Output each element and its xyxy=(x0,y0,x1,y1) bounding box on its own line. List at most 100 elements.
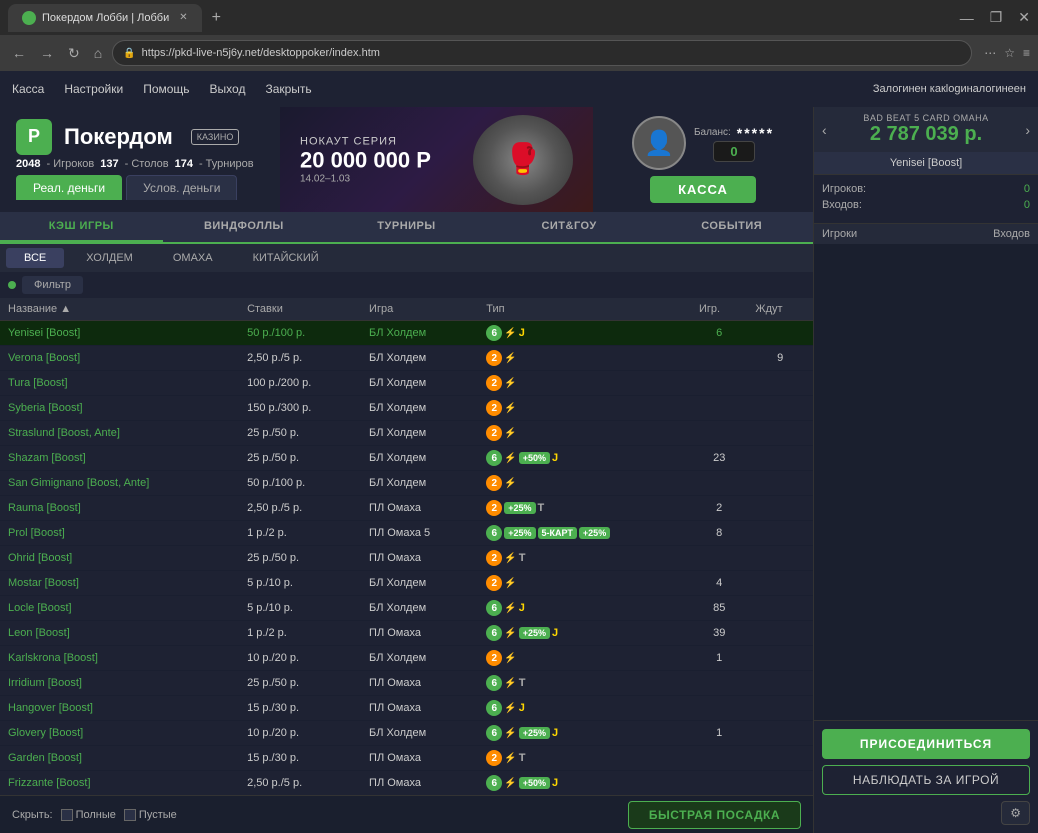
menu-icon[interactable]: ≡ xyxy=(1023,46,1030,60)
table-row[interactable]: Tura [Boost]100 р./200 р.БЛ Холдем2⚡ xyxy=(0,371,813,396)
col-stakes[interactable]: Ставки xyxy=(239,298,361,321)
table-row[interactable]: Prol [Boost]1 р./2 р.ПЛ Омаха 56+25%5-КА… xyxy=(0,521,813,546)
room-name[interactable]: San Gimignano [Boost, Ante] xyxy=(8,477,149,489)
table-row[interactable]: Locle [Boost]5 р./10 р.БЛ Холдем6⚡J85 xyxy=(0,596,813,621)
menu-kassa[interactable]: Касса xyxy=(12,82,44,96)
room-name[interactable]: Locle [Boost] xyxy=(8,602,72,614)
menu-logout[interactable]: Выход xyxy=(210,82,246,96)
menu-settings[interactable]: Настройки xyxy=(64,82,123,96)
table-row[interactable]: Ohrid [Boost]25 р./50 р.ПЛ Омаха2⚡T xyxy=(0,546,813,571)
room-name[interactable]: Straslund [Boost, Ante] xyxy=(8,427,120,439)
refresh-button[interactable]: ↻ xyxy=(64,43,84,64)
room-name[interactable]: Karlskrona [Boost] xyxy=(8,652,98,664)
t-badge: T xyxy=(519,677,526,689)
room-name[interactable]: Ohrid [Boost] xyxy=(8,552,72,564)
room-name[interactable]: Irridium [Boost] xyxy=(8,677,82,689)
room-name[interactable]: Syberia [Boost] xyxy=(8,402,83,414)
table-row[interactable]: Hangover [Boost]15 р./30 р.ПЛ Омаха6⚡J xyxy=(0,696,813,721)
tab-favicon xyxy=(22,11,36,25)
join-button[interactable]: ПРИСОЕДИНИТЬСЯ xyxy=(822,729,1030,759)
extensions-icon[interactable]: ⋯ xyxy=(984,46,996,60)
full-checkbox[interactable]: Полные xyxy=(61,809,116,821)
table-row[interactable]: Glovery [Boost]10 р./20 р.БЛ Холдем6⚡+25… xyxy=(0,721,813,746)
bookmark-icon[interactable]: ☆ xyxy=(1004,46,1015,60)
room-type: 2⚡ xyxy=(478,471,691,496)
subtab-all[interactable]: ВСЕ xyxy=(6,248,64,268)
room-name[interactable]: Prol [Boost] xyxy=(8,527,65,539)
jackpot-next-arrow[interactable]: › xyxy=(1025,122,1030,138)
watch-button[interactable]: НАБЛЮДАТЬ ЗА ИГРОЙ xyxy=(822,765,1030,795)
col-game[interactable]: Игра xyxy=(361,298,478,321)
quick-seat-button[interactable]: БЫСТРАЯ ПОСАДКА xyxy=(628,801,801,829)
room-players: 1 xyxy=(691,721,747,746)
kassa-button[interactable]: КАССА xyxy=(650,176,756,203)
money-tab-virtual[interactable]: Услов. деньги xyxy=(126,175,237,200)
empty-checkbox[interactable]: Пустые xyxy=(124,809,177,821)
room-name[interactable]: Yenisei [Boost] xyxy=(8,327,80,339)
table-row[interactable]: Frizzante [Boost]2,50 р./5 р.ПЛ Омаха6⚡+… xyxy=(0,771,813,796)
table-row[interactable]: Irridium [Boost]25 р./50 р.ПЛ Омаха6⚡T xyxy=(0,671,813,696)
player-count-badge: 2 xyxy=(486,750,502,766)
filter-label[interactable]: Фильтр xyxy=(22,276,83,294)
tab-events[interactable]: СОБЫТИЯ xyxy=(650,212,813,242)
full-check[interactable] xyxy=(61,809,73,821)
settings-gear-button[interactable]: ⚙ xyxy=(1001,801,1030,825)
table-row[interactable]: Shazam [Boost]25 р./50 р.БЛ Холдем6⚡+50%… xyxy=(0,446,813,471)
browser-tab[interactable]: Покердом Лобби | Лобби ✕ xyxy=(8,4,202,32)
tab-close-btn[interactable]: ✕ xyxy=(179,12,187,23)
table-row[interactable]: San Gimignano [Boost, Ante]50 р./100 р.Б… xyxy=(0,471,813,496)
subtab-omaha[interactable]: ОМАХА xyxy=(155,248,231,268)
col-players[interactable]: Игр. xyxy=(691,298,747,321)
table-row[interactable]: Karlskrona [Boost]10 р./20 р.БЛ Холдем2⚡… xyxy=(0,646,813,671)
room-name[interactable]: Garden [Boost] xyxy=(8,752,82,764)
table-row[interactable]: Straslund [Boost, Ante]25 р./50 р.БЛ Хол… xyxy=(0,421,813,446)
empty-check[interactable] xyxy=(124,809,136,821)
home-button[interactable]: ⌂ xyxy=(90,43,106,63)
col-name[interactable]: Название ▲ xyxy=(0,298,239,321)
tab-sitgo[interactable]: СИТ&ГОУ xyxy=(488,212,651,242)
table-row[interactable]: Mostar [Boost]5 р./10 р.БЛ Холдем2⚡4 xyxy=(0,571,813,596)
maximize-button[interactable]: ❐ xyxy=(990,9,1003,26)
room-stakes: 10 р./20 р. xyxy=(239,646,361,671)
back-button[interactable]: ← xyxy=(8,43,30,63)
room-name[interactable]: Rauma [Boost] xyxy=(8,502,81,514)
tab-cash-games[interactable]: КЭШ ИГРЫ xyxy=(0,212,163,242)
table-scroll[interactable]: Название ▲ Ставки Игра Тип Игр. Ждут Yen… xyxy=(0,298,813,795)
room-name[interactable]: Leon [Boost] xyxy=(8,627,70,639)
room-players: 8 xyxy=(691,521,747,546)
table-row[interactable]: Yenisei [Boost]50 р./100 р.БЛ Холдем6⚡J6 xyxy=(0,321,813,346)
room-name[interactable]: Tura [Boost] xyxy=(8,377,68,389)
menu-close[interactable]: Закрыть xyxy=(265,82,311,96)
table-row[interactable]: Leon [Boost]1 р./2 р.ПЛ Омаха6⚡+25%J39 xyxy=(0,621,813,646)
subtab-chinese[interactable]: КИТАЙСКИЙ xyxy=(235,248,337,268)
room-players: 85 xyxy=(691,596,747,621)
lightning-icon: ⚡ xyxy=(504,628,516,639)
new-tab-button[interactable]: + xyxy=(212,9,221,27)
room-players xyxy=(691,696,747,721)
room-name[interactable]: Verona [Boost] xyxy=(8,352,80,364)
room-name[interactable]: Shazam [Boost] xyxy=(8,452,86,464)
pct-badge-2: +25% xyxy=(579,527,610,539)
col-type[interactable]: Тип xyxy=(478,298,691,321)
table-row[interactable]: Rauma [Boost]2,50 р./5 р.ПЛ Омаха2+25%T2 xyxy=(0,496,813,521)
room-name[interactable]: Frizzante [Boost] xyxy=(8,777,91,789)
room-wait xyxy=(747,646,813,671)
menu-help[interactable]: Помощь xyxy=(143,82,189,96)
lightning-icon: ⚡ xyxy=(504,678,516,689)
room-name[interactable]: Glovery [Boost] xyxy=(8,727,83,739)
money-tab-real[interactable]: Реал. деньги xyxy=(16,175,122,200)
col-wait[interactable]: Ждут xyxy=(747,298,813,321)
tab-tournaments[interactable]: ТУРНИРЫ xyxy=(325,212,488,242)
forward-button[interactable]: → xyxy=(36,43,58,63)
player-count-badge: 6 xyxy=(486,450,502,466)
address-bar[interactable]: 🔒 https://pkd-live-n5j6y.net/desktoppoke… xyxy=(112,40,972,66)
tab-windfall[interactable]: ВИНДФОЛЛЫ xyxy=(163,212,326,242)
minimize-button[interactable]: — xyxy=(960,10,974,26)
subtab-holdem[interactable]: ХОЛДЕМ xyxy=(68,248,151,268)
room-name[interactable]: Hangover [Boost] xyxy=(8,702,93,714)
room-name[interactable]: Mostar [Boost] xyxy=(8,577,79,589)
table-row[interactable]: Garden [Boost]15 р./30 р.ПЛ Омаха2⚡T xyxy=(0,746,813,771)
close-button[interactable]: ✕ xyxy=(1018,9,1030,26)
table-row[interactable]: Syberia [Boost]150 р./300 р.БЛ Холдем2⚡ xyxy=(0,396,813,421)
table-row[interactable]: Verona [Boost]2,50 р./5 р.БЛ Холдем2⚡9 xyxy=(0,346,813,371)
